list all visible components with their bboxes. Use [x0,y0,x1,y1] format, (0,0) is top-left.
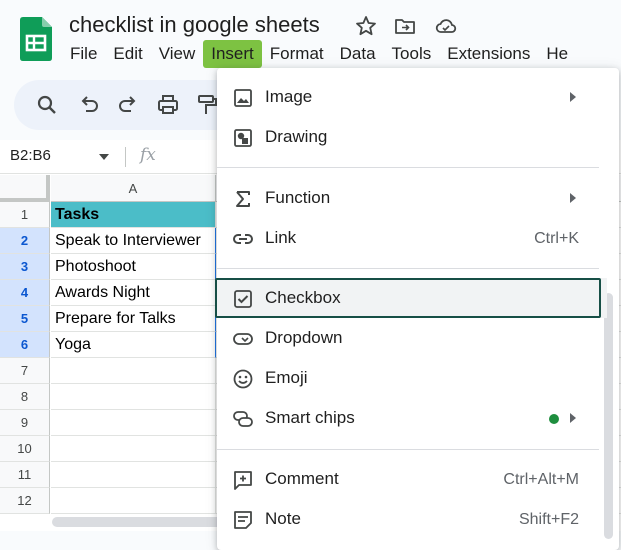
menu-format[interactable]: Format [262,40,332,68]
note-icon [234,511,252,529]
row-header[interactable]: 12 [0,488,50,514]
row-header[interactable]: 4 [0,280,50,306]
task-cell[interactable]: Prepare for Talks [51,306,216,332]
comment-icon [234,471,252,490]
menu-item-dropdown[interactable]: Dropdown [217,318,607,358]
task-cell[interactable] [51,462,216,488]
drawing-icon [234,129,252,147]
menu-item-smart-chips[interactable]: Smart chips [217,398,607,438]
menu-item-image[interactable]: Image [217,77,607,117]
smart-chips-icon [233,411,253,427]
sheets-logo[interactable] [20,17,52,61]
formula-bar-divider [125,147,126,167]
menu-item-label: Link [265,228,297,247]
menu-bar: File Edit View Insert Format Data Tools Extensi… [62,40,576,68]
row-header[interactable]: 3 [0,254,50,280]
menu-item-label: Dropdown [265,328,343,347]
menu-item-label: Note [265,509,301,528]
task-cell[interactable]: Speak to Interviewer [51,228,216,254]
task-cell[interactable]: Photoshoot [51,254,216,280]
insert-menu: Image Drawing Function Link Ctrl+K Checkbox Dr… [215,68,619,550]
menu-item-label: Emoji [265,368,308,387]
menu-divider [217,449,599,450]
menu-item-label: Comment [265,469,339,488]
task-cell[interactable] [51,436,216,462]
row-header[interactable]: 6 [0,332,50,358]
row-header[interactable]: 8 [0,384,50,410]
print-icon[interactable] [155,92,181,118]
row-header[interactable]: 9 [0,410,50,436]
cloud-status-icon[interactable] [434,14,458,38]
task-cell[interactable]: Awards Night [51,280,216,306]
submenu-arrow-icon [570,193,576,203]
horizontal-scrollbar[interactable] [52,517,222,527]
menu-insert[interactable]: Insert [203,40,262,68]
row-header[interactable]: 2 [0,228,50,254]
sigma-icon [236,191,250,207]
star-icon[interactable] [354,14,378,38]
menu-tools[interactable]: Tools [384,40,440,68]
link-icon [233,234,253,244]
menu-edit[interactable]: Edit [105,40,150,68]
row-header[interactable]: 1 [0,202,50,228]
menu-extensions[interactable]: Extensions [439,40,538,68]
menu-he[interactable]: He [538,40,576,68]
chevron-down-icon[interactable] [98,153,110,161]
task-cell[interactable] [51,410,216,436]
select-all-corner[interactable] [0,175,50,202]
emoji-icon [233,369,253,389]
menu-item-note[interactable]: Note Shift+F2 [217,499,607,539]
row-header[interactable]: 10 [0,436,50,462]
shortcut-label: Shift+F2 [518,511,579,528]
submenu-arrow-icon [570,92,576,102]
menu-item-label: Smart chips [265,408,355,427]
image-icon [234,89,252,107]
task-cell[interactable]: Yoga [51,332,216,358]
menu-view[interactable]: View [151,40,204,68]
menu-divider [217,167,599,168]
menu-item-label: Image [265,87,313,106]
menu-item-drawing[interactable]: Drawing [217,117,607,157]
fx-label: fx [140,145,156,165]
menu-divider [217,268,599,269]
redo-icon[interactable] [115,92,141,118]
document-title[interactable]: checklist in google sheets [69,12,320,38]
shortcut-label: Ctrl+Alt+M [503,471,579,488]
search-icon[interactable] [34,92,60,118]
submenu-arrow-icon [570,413,576,423]
menu-file[interactable]: File [62,40,105,68]
menu-item-link[interactable]: Link Ctrl+K [217,218,607,258]
task-cell[interactable] [51,384,216,410]
app-header: checklist in google sheets File Edit View I… [0,0,621,72]
move-folder-icon[interactable] [393,14,417,38]
menu-item-comment[interactable]: Comment Ctrl+Alt+M [217,459,607,499]
menu-item-emoji[interactable]: Emoji [217,358,607,398]
dropdown-icon [233,333,253,345]
name-box[interactable]: B2:B6 [10,147,51,164]
row-header[interactable]: 7 [0,358,50,384]
menu-item-label: Drawing [265,127,328,146]
row-header[interactable]: 11 [0,462,50,488]
menu-data[interactable]: Data [332,40,384,68]
column-header-a[interactable]: A [51,175,216,202]
row-header[interactable]: 5 [0,306,50,332]
new-feature-dot [549,414,559,424]
menu-item-function[interactable]: Function [217,178,607,218]
task-cell[interactable] [51,488,216,514]
menu-item-label: Function [265,188,331,207]
task-cell[interactable] [51,358,216,384]
undo-icon[interactable] [76,92,102,118]
header-cell[interactable]: Tasks [51,202,216,228]
focus-ring [215,278,601,318]
shortcut-label: Ctrl+K [534,230,579,247]
